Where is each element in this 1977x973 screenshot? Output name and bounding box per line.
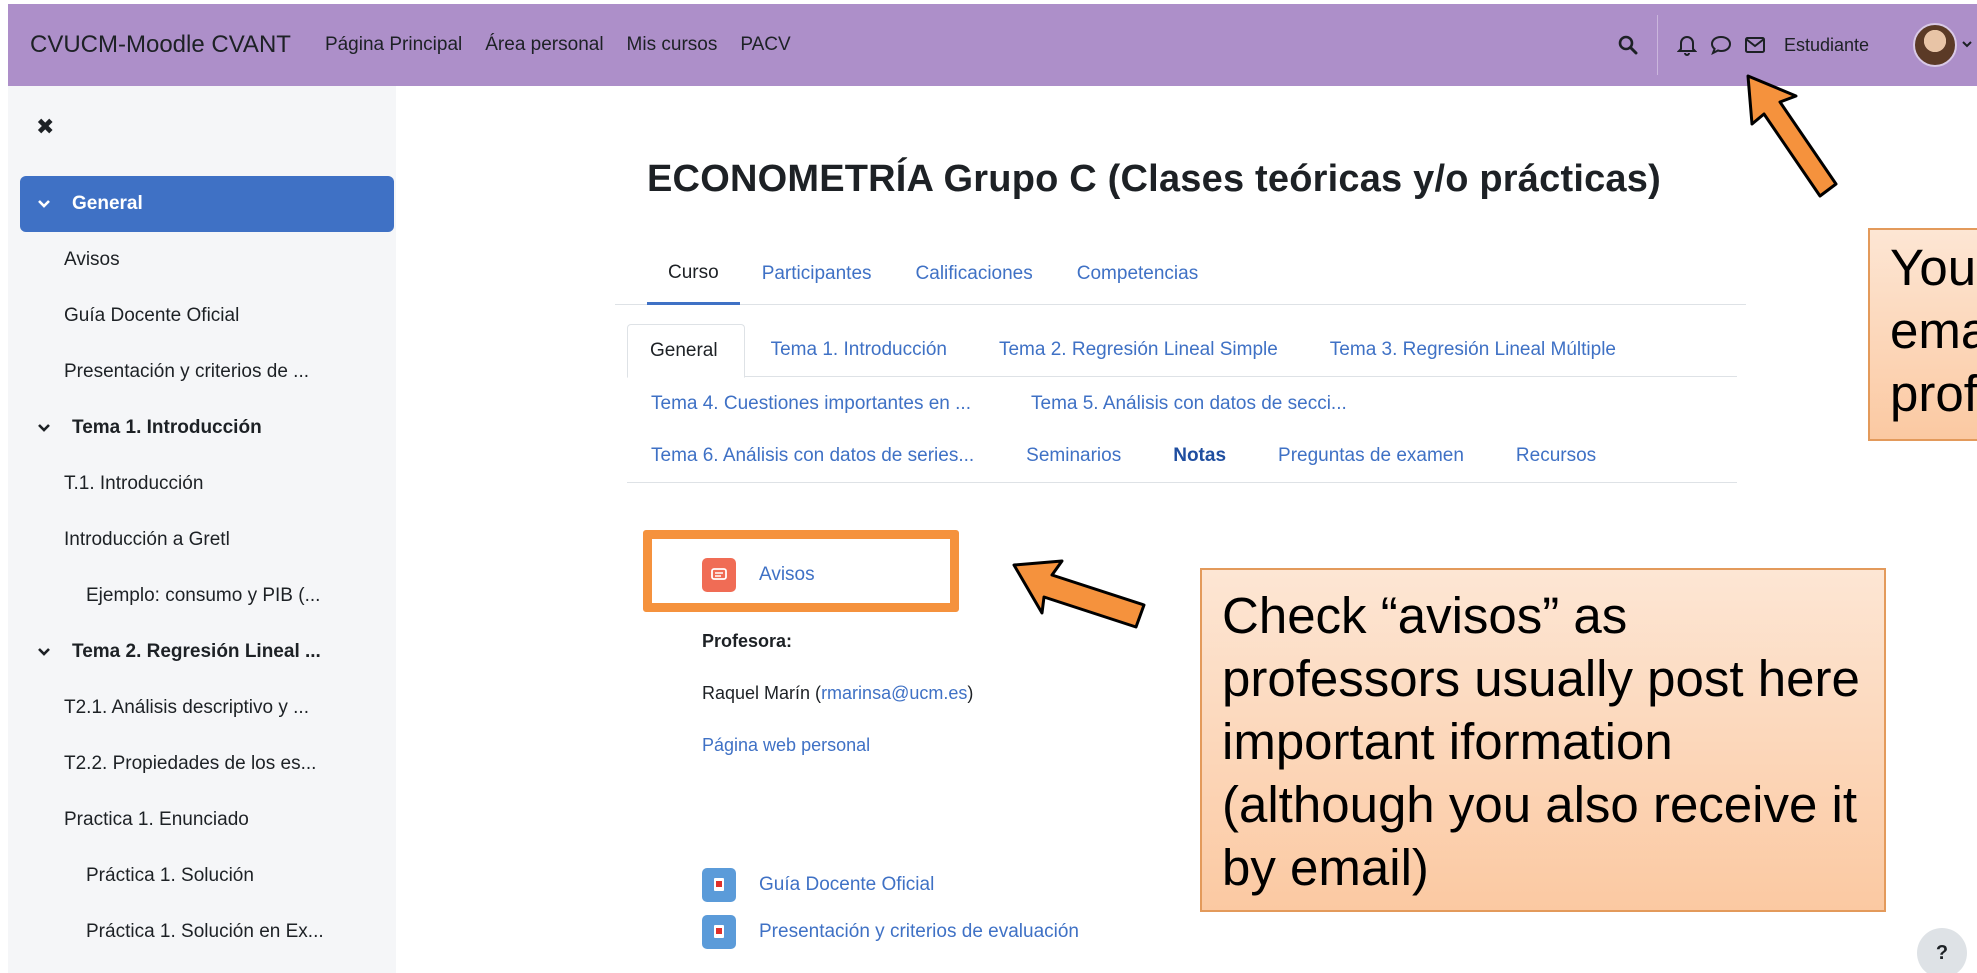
nav-my-courses-link[interactable]: Mis cursos	[627, 34, 718, 56]
section-tab[interactable]: Tema 1. Introducción	[745, 324, 973, 377]
section-tab[interactable]: Preguntas de examen	[1252, 430, 1490, 483]
course-index-drawer: ✖ General Avisos Guía Docente Oficial Pr…	[8, 86, 396, 973]
chat-icon[interactable]	[1710, 34, 1732, 56]
section-tab[interactable]: Tema 4. Cuestiones importantes en ...	[627, 377, 997, 430]
highlight-box-avisos	[643, 530, 959, 612]
personal-page-link[interactable]: Página web personal	[702, 735, 870, 756]
navbar-divider	[1656, 15, 1658, 75]
arrow-icon	[1746, 74, 1838, 198]
course-index-section-tema1[interactable]: Tema 1. Introducción	[20, 400, 394, 456]
section-tabs-row: Tema 4. Cuestiones importantes en ... Te…	[627, 377, 1737, 430]
section-tab[interactable]: Tema 6. Análisis con datos de series...	[627, 430, 1000, 483]
section-tabs: General Tema 1. Introducción Tema 2. Reg…	[627, 323, 1737, 483]
course-index-item[interactable]: T2.2. Propiedades de los es...	[20, 736, 394, 792]
pdf-icon	[702, 915, 736, 949]
bell-icon[interactable]	[1676, 34, 1698, 56]
course-index-item[interactable]: Práctica 1. Solución en Ex...	[20, 904, 394, 960]
chevron-down-icon[interactable]	[36, 198, 56, 210]
course-index-item[interactable]: Guía Docente Oficial	[20, 288, 394, 344]
section-label: Tema 1. Introducción	[72, 417, 262, 438]
activity-guia-docente[interactable]: Guía Docente Oficial	[702, 868, 934, 902]
tab-participants[interactable]: Participantes	[740, 243, 894, 305]
section-tab[interactable]: Seminarios	[1000, 430, 1147, 483]
teacher-name: Raquel Marín (	[702, 683, 822, 703]
course-index-item[interactable]: Ejemplo: consumo y PIB (...	[20, 568, 394, 624]
activity-presentacion[interactable]: Presentación y criterios de evaluación	[702, 915, 1079, 949]
section-tabs-row: General Tema 1. Introducción Tema 2. Reg…	[627, 323, 1737, 378]
section-tab[interactable]: Tema 2. Regresión Lineal Simple	[973, 324, 1304, 377]
course-secondary-nav: Curso Participantes Calificaciones Compe…	[615, 243, 1746, 305]
arrow-icon	[1012, 559, 1146, 629]
tab-grades[interactable]: Calificaciones	[894, 243, 1055, 305]
annotation-callout-email: You ema prof	[1868, 228, 1977, 441]
avatar[interactable]	[1913, 23, 1957, 67]
pdf-icon	[702, 868, 736, 902]
activity-link[interactable]: Presentación y criterios de evaluación	[759, 921, 1079, 943]
page-title: ECONOMETRÍA Grupo C (Clases teóricas y/o…	[647, 158, 1661, 200]
top-navbar: CVUCM-Moodle CVANT Página Principal Área…	[8, 4, 1977, 86]
section-label: General	[72, 193, 143, 214]
section-tabs-row: Tema 6. Análisis con datos de series... …	[627, 430, 1737, 483]
course-index-item[interactable]: T2.1. Análisis descriptivo y ...	[20, 680, 394, 736]
nav-pacv-link[interactable]: PACV	[740, 34, 790, 56]
section-tab-general[interactable]: General	[627, 323, 745, 378]
chevron-down-icon[interactable]	[1961, 36, 1973, 54]
nav-dashboard-link[interactable]: Área personal	[485, 34, 603, 56]
course-index-section-general[interactable]: General	[20, 176, 394, 232]
site-brand[interactable]: CVUCM-Moodle CVANT	[30, 31, 291, 59]
course-index-item[interactable]: Introducción a Gretl	[20, 512, 394, 568]
callout-line: ema	[1890, 302, 1977, 359]
course-index-list: General Avisos Guía Docente Oficial Pres…	[20, 176, 394, 960]
primary-navigation: Página Principal Área personal Mis curso…	[325, 34, 814, 56]
teacher-close-paren: )	[967, 683, 974, 703]
section-tab[interactable]: Tema 3. Regresión Lineal Múltiple	[1304, 324, 1642, 377]
course-index-item[interactable]: T.1. Introducción	[20, 456, 394, 512]
search-icon[interactable]	[1617, 34, 1639, 56]
nav-home-link[interactable]: Página Principal	[325, 34, 462, 56]
close-drawer-icon[interactable]: ✖	[36, 114, 54, 140]
course-index-item[interactable]: Practica 1. Enunciado	[20, 792, 394, 848]
callout-line: prof	[1890, 365, 1977, 422]
section-tab-notas[interactable]: Notas	[1147, 430, 1252, 483]
tab-competencies[interactable]: Competencias	[1055, 243, 1220, 305]
course-index-item[interactable]: Presentación y criterios de ...	[20, 344, 394, 400]
teacher-heading: Profesora:	[702, 631, 793, 651]
chevron-down-icon[interactable]	[36, 422, 56, 434]
section-tab[interactable]: Recursos	[1490, 430, 1622, 483]
course-index-item[interactable]: Práctica 1. Solución	[20, 848, 394, 904]
annotation-callout-avisos: Check “avisos” as professors usually pos…	[1200, 568, 1886, 912]
course-index-section-tema2[interactable]: Tema 2. Regresión Lineal ...	[20, 624, 394, 680]
teacher-info: Raquel Marín (rmarinsa@ucm.es)	[702, 683, 973, 704]
chevron-down-icon[interactable]	[36, 646, 56, 658]
teacher-email-link[interactable]: rmarinsa@ucm.es	[821, 683, 967, 703]
mail-icon[interactable]	[1744, 34, 1766, 56]
callout-line: You	[1890, 239, 1977, 296]
course-index-item[interactable]: Avisos	[20, 232, 394, 288]
help-button[interactable]: ?	[1917, 928, 1967, 973]
tab-course[interactable]: Curso	[647, 243, 740, 305]
user-name[interactable]: Estudiante	[1784, 35, 1869, 56]
section-tab[interactable]: Tema 5. Análisis con datos de secci...	[997, 377, 1373, 430]
section-label: Tema 2. Regresión Lineal ...	[72, 641, 321, 662]
activity-link[interactable]: Guía Docente Oficial	[759, 874, 934, 896]
